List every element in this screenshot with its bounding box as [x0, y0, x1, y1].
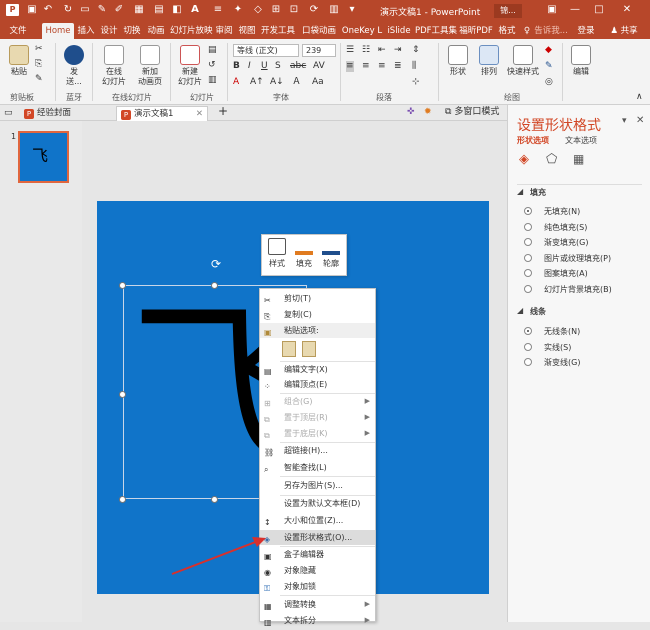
annotation-arrow-line: [171, 540, 259, 575]
fill-option-label: 图案填充(A): [544, 269, 588, 278]
line-option-label: 渐变线(G): [544, 358, 581, 367]
fill-option-radio[interactable]: [524, 223, 532, 231]
fill-option-radio[interactable]: [524, 207, 532, 215]
size-properties-icon[interactable]: ▦: [573, 152, 584, 166]
close-pane-icon[interactable]: ✕: [636, 115, 644, 126]
fill-option-label: 渐变填充(G): [544, 238, 589, 247]
line-option-radio[interactable]: [524, 343, 532, 351]
fill-option-radio[interactable]: [524, 254, 532, 262]
fill-section-header[interactable]: 填充: [530, 187, 546, 198]
line-option-radio[interactable]: [524, 327, 532, 335]
fill-option-label: 图片或纹理填充(P): [544, 254, 612, 263]
pane-options-icon[interactable]: ▾: [622, 116, 627, 126]
effects-pentagon-icon[interactable]: ⬠: [546, 152, 557, 167]
line-collapse-icon[interactable]: ◢: [517, 306, 523, 315]
fill-option-radio[interactable]: [524, 285, 532, 293]
line-option-radio[interactable]: [524, 358, 532, 366]
pane-divider: [517, 184, 642, 185]
fill-option-label: 无填充(N): [544, 207, 581, 216]
fill-and-line-icon[interactable]: ◈: [519, 152, 529, 167]
line-option-label: 实线(S): [544, 343, 572, 352]
tab-shape-options[interactable]: 形状选项: [517, 135, 549, 146]
format-pane-title: 设置形状格式: [517, 118, 601, 134]
line-section-header[interactable]: 线条: [530, 306, 546, 317]
tab-text-options[interactable]: 文本选项: [565, 135, 597, 146]
line-option-label: 无线条(N): [544, 327, 581, 336]
fill-option-label: 幻灯片背景填充(B): [544, 285, 612, 294]
fill-option-radio[interactable]: [524, 238, 532, 246]
fill-option-radio[interactable]: [524, 269, 532, 277]
fill-option-label: 纯色填充(S): [544, 223, 588, 232]
fill-collapse-icon[interactable]: ◢: [517, 187, 523, 196]
